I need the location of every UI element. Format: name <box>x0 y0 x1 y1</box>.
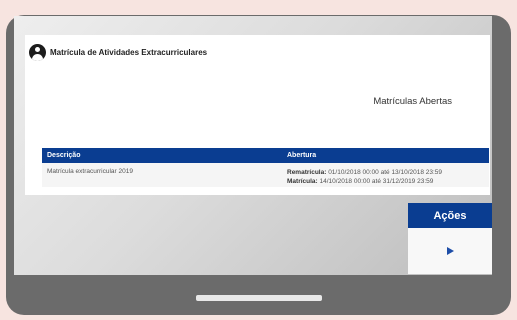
actions-cell <box>408 228 492 274</box>
column-header-abertura: Abertura <box>287 152 317 159</box>
monitor-stand <box>196 295 322 301</box>
rematricula-value: 01/10/2018 00:00 até 13/10/2018 23:59 <box>328 169 443 176</box>
matricula-label: Matrícula: <box>287 178 318 185</box>
table-header: Descrição Abertura <box>42 148 489 163</box>
user-avatar-icon <box>29 44 46 61</box>
rematricula-line: Rematrícula: 01/10/2018 00:00 até 13/10/… <box>287 168 442 177</box>
row-opening-dates: Rematrícula: 01/10/2018 00:00 até 13/10/… <box>287 168 442 186</box>
column-header-descricao: Descrição <box>47 152 81 159</box>
enrollment-panel: Matrícula de Atividades Extracurriculare… <box>25 35 490 195</box>
panel-header: Matrícula de Atividades Extracurriculare… <box>29 44 207 61</box>
matricula-value: 14/10/2018 00:00 até 31/12/2019 23:59 <box>319 178 434 185</box>
actions-column-header: Ações <box>408 203 492 228</box>
page-title: Matrícula de Atividades Extracurriculare… <box>50 48 208 57</box>
play-icon[interactable] <box>446 247 454 255</box>
table-row[interactable]: Matrícula extracurricular 2019 Rematrícu… <box>42 163 489 187</box>
matricula-line: Matrícula: 14/10/2018 00:00 até 31/12/20… <box>287 177 442 186</box>
rematricula-label: Rematrícula: <box>287 169 327 176</box>
row-description: Matrícula extracurricular 2019 <box>47 168 133 175</box>
section-subtitle: Matrículas Abertas <box>373 96 452 107</box>
